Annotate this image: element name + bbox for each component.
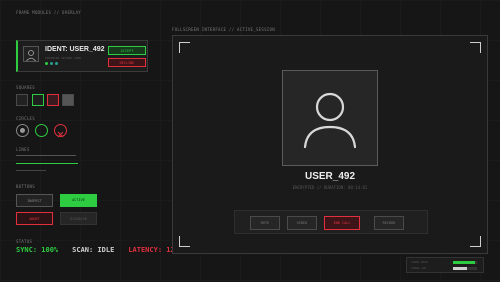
mute-button[interactable]: MUTE <box>250 216 280 230</box>
scan-status: SCAN: IDLE <box>72 246 115 254</box>
lines-label: LINES <box>16 147 30 152</box>
close-circle-icon[interactable] <box>54 124 67 138</box>
ident-card[interactable]: IDENT: USER_492 INCOMING SECURE LINK ACC… <box>16 40 148 72</box>
status-label: STATUS <box>16 239 33 244</box>
squares-label: SQUARES <box>16 85 35 90</box>
ident-status-dots <box>45 62 58 65</box>
corner-bracket <box>470 42 481 53</box>
abort-button[interactable]: ABORT <box>16 212 53 225</box>
signal-main-bar <box>453 261 477 264</box>
user-silhouette-icon <box>303 92 357 149</box>
video-button[interactable]: VIDEO <box>287 216 317 230</box>
corner-bracket <box>179 42 190 53</box>
divider-line <box>16 155 76 156</box>
corner-bracket <box>470 236 481 247</box>
signal-widget: SIGNAL_MAIN SIGNAL_AUX <box>406 257 484 273</box>
square-swatch-green[interactable] <box>32 94 44 106</box>
buttons-label: BUTTONS <box>16 184 35 189</box>
sync-status: SYNC: 100% <box>16 246 59 254</box>
divider-line-green <box>16 163 78 164</box>
session-user-name: USER_492 <box>304 171 356 182</box>
module-title: FRAME MODULES // OVERLAY <box>16 10 81 15</box>
circles-label: CIRCLES <box>16 116 35 121</box>
corner-bracket <box>179 236 190 247</box>
accept-button[interactable]: ACCEPT <box>108 46 146 55</box>
square-swatch-grey[interactable] <box>62 94 74 106</box>
signal-aux-label: SIGNAL_AUX <box>411 267 427 270</box>
session-duration: ENCRYPTED // DURATION: 00:14:02 <box>292 185 368 190</box>
signal-aux-bar <box>453 267 477 270</box>
ident-subtitle: INCOMING SECURE LINK <box>45 56 82 60</box>
status-bar: SYNC: 100% SCAN: IDLE LATENCY: 12MS <box>16 246 183 254</box>
square-swatch-red[interactable] <box>47 94 59 106</box>
main-session-panel: USER_492 ENCRYPTED // DURATION: 00:14:02… <box>172 35 488 254</box>
active-button[interactable]: ACTIVE <box>60 194 97 207</box>
divider-line-short <box>16 170 46 171</box>
call-action-bar: MUTE VIDEO END CALL RECORD <box>234 210 428 234</box>
square-swatch-dark[interactable] <box>16 94 28 106</box>
record-button[interactable]: RECORD <box>374 216 404 230</box>
radio-circle-icon[interactable] <box>16 124 29 137</box>
signal-main-label: SIGNAL_MAIN <box>411 261 428 264</box>
user-avatar-icon <box>23 46 39 62</box>
inspect-button[interactable]: INSPECT <box>16 194 53 207</box>
ident-name: IDENT: USER_492 <box>45 46 105 53</box>
user-avatar-large <box>282 70 378 166</box>
end-call-button[interactable]: END CALL <box>324 216 360 230</box>
disabled-button: DISABLED <box>60 212 97 225</box>
panel-title: FULLSCREEN INTERFACE // ACTIVE_SESSION <box>172 27 275 32</box>
decline-button[interactable]: DECLINE <box>108 58 146 67</box>
check-circle-icon[interactable] <box>35 124 48 137</box>
